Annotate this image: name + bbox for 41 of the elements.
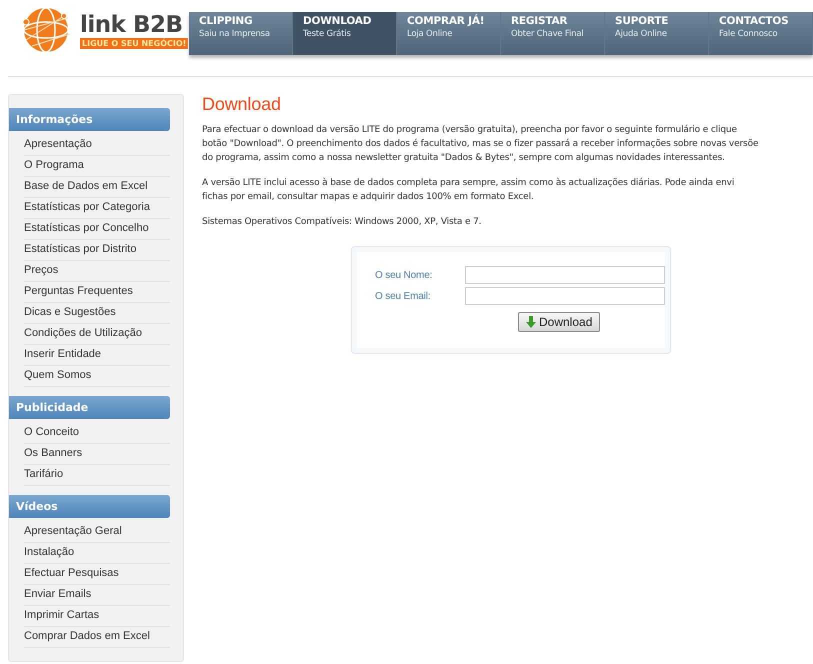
field-label: O seu Email: — [375, 290, 432, 302]
nav-tab[interactable]: CONTACTOS Fale Connosco — [709, 12, 813, 55]
sidebar-link[interactable]: Quem Somos — [24, 366, 170, 387]
sidebar-link[interactable]: Perguntas Frequentes — [24, 282, 170, 303]
sidebar-link[interactable]: Instalação — [24, 543, 170, 564]
logo-tagline: LIGUE O SEU NEGÓCIO! — [80, 38, 188, 48]
down-arrow-icon — [526, 316, 536, 328]
sidebar-link[interactable]: Base de Dados em Excel — [24, 177, 170, 198]
section-header: Vídeos — [9, 495, 170, 518]
sidebar-link[interactable]: Dicas e Sugestões — [24, 303, 170, 324]
section-header: Publicidade — [9, 396, 170, 419]
sidebar-link[interactable]: Efectuar Pesquisas — [24, 564, 170, 585]
sidebar-link[interactable]: Enviar Emails — [24, 585, 170, 606]
sidebar-link[interactable]: O Programa — [24, 156, 170, 177]
sidebar-link[interactable]: Condições de Utilização — [24, 324, 170, 345]
sidebar-link[interactable]: Imprimir Cartas — [24, 606, 170, 627]
nav-tab[interactable]: SUPORTE Ajuda Online — [605, 12, 709, 55]
sidebar-link[interactable]: Estatísticas por Distrito — [24, 240, 170, 261]
sidebar-link[interactable]: Estatísticas por Concelho — [24, 219, 170, 240]
sidebar-link[interactable]: Estatísticas por Categoria — [24, 198, 170, 219]
sidebar-link[interactable]: Comprar Dados em Excel — [24, 627, 170, 648]
sidebar-link[interactable]: Os Banners — [24, 444, 170, 465]
sidebar-link[interactable]: Inserir Entidade — [24, 345, 170, 366]
download-button[interactable]: Download — [518, 312, 600, 332]
nav-tab[interactable]: DOWNLOAD Teste Grátis — [293, 12, 397, 55]
paragraph: Sistemas Operativos Compatíveis: Windows 2000, XP, Vista e 7. — [202, 216, 482, 229]
input-field[interactable] — [465, 266, 665, 284]
sidebar-link[interactable]: Tarifário — [24, 465, 170, 486]
sidebar-link[interactable]: Preços — [24, 261, 170, 282]
page-title: Download — [202, 94, 282, 115]
section-header: Informações — [9, 108, 170, 131]
sidebar-link[interactable]: Apresentação Geral — [24, 522, 170, 543]
sidebar-link[interactable]: O Conceito — [24, 423, 170, 444]
field-label: O seu Nome: — [375, 270, 434, 280]
input-field[interactable] — [465, 287, 665, 305]
sidebar-link[interactable]: Apresentação — [24, 135, 170, 156]
nav-tab[interactable]: REGISTAR Obter Chave Final — [501, 12, 605, 55]
logo-text: link B2B — [80, 12, 183, 38]
nav-tab[interactable]: COMPRAR JÁ! Loja Online — [397, 12, 501, 55]
paragraph: Para efectuar o download da versão LITE do programa (versão gratuita), preencha por favor o seguinte formulário e clique botão "Download". O preenchimento dos dados é facultativo, mas se o fizer passará a receber informações sobre novas versõe do programa, assim como a nossa newsletter gratuita "Dados & Bytes", sempre com algumas novidades interessantes. — [202, 124, 760, 165]
paragraph: A versão LITE inclui acesso à base de dados completa para sempre, assim como às actualizações diárias. Pode ainda envi fichas por email, consultar mapas e adquirir dados 100% em formato Excel. — [202, 176, 736, 204]
